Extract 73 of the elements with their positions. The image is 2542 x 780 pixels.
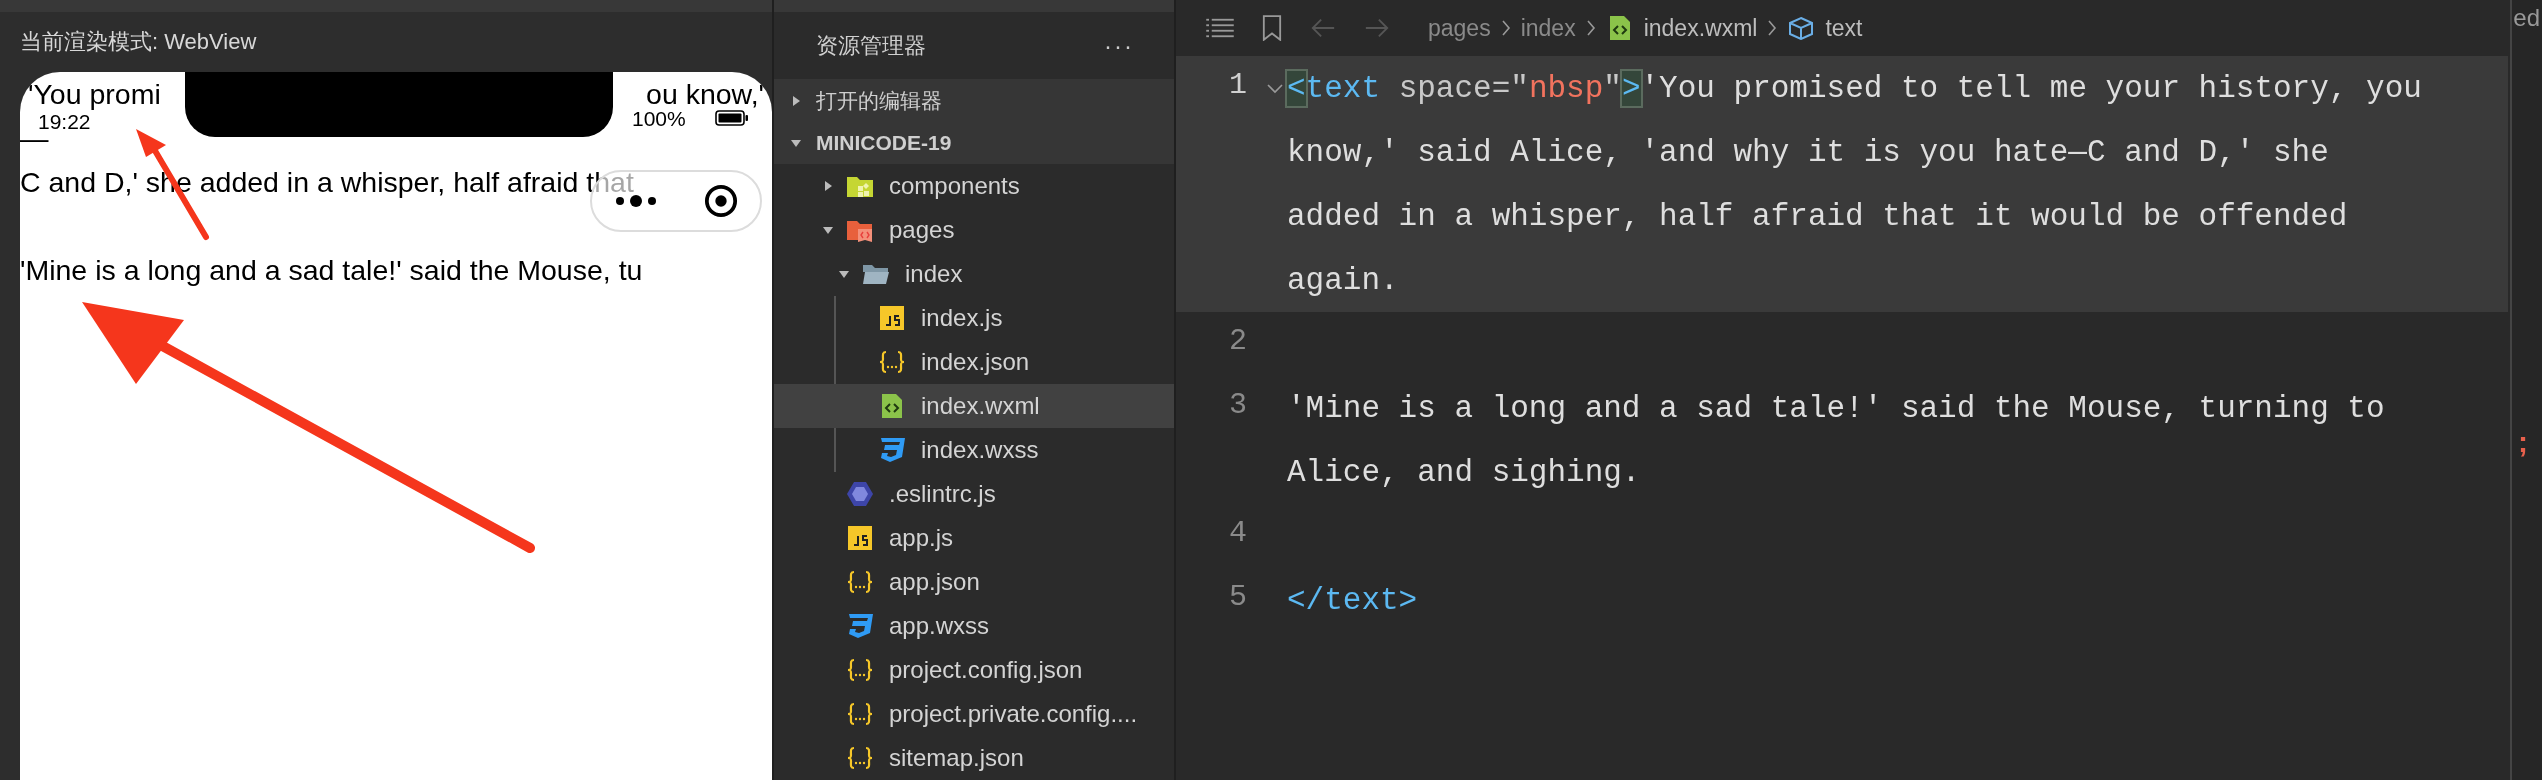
caret-icon (790, 94, 802, 107)
tree-item[interactable]: sitemap.json (774, 736, 1174, 780)
code-token: 'You promised to tell me your history, you (1640, 70, 2422, 106)
line-number: 4 (1229, 516, 1247, 550)
folder-icon (862, 262, 890, 286)
code-text: added in a whisper, half afraid that it would be offended (1287, 198, 2348, 234)
tree-item[interactable]: app.js (774, 516, 1174, 560)
hexagon-icon (846, 482, 874, 506)
cube-icon (1787, 16, 1816, 40)
section-header[interactable]: 打开的编辑器 (774, 79, 1174, 122)
tree-item[interactable]: index.json (774, 340, 1174, 384)
tree-item[interactable]: index (774, 252, 1174, 296)
code-token: < (1287, 70, 1306, 106)
code-token: space= (1397, 70, 1511, 106)
code-token: </text> (1287, 582, 1418, 618)
caret-icon (822, 180, 834, 192)
json-file-icon (846, 746, 874, 770)
folder-icon (846, 218, 874, 242)
code-token: 'Mine is a long and a sad tale!' said the Mouse, turning to (1287, 390, 2385, 426)
breadcrumb-item[interactable]: index.wxml (1643, 14, 1758, 42)
code-token: " (1510, 70, 1529, 106)
breadcrumb-item[interactable]: pages (1428, 14, 1491, 42)
tree-item[interactable]: index.wxss (774, 428, 1174, 472)
json-file-icon (846, 702, 874, 726)
breadcrumb-item[interactable]: text (1825, 14, 1863, 42)
chevron-icon (1767, 19, 1778, 37)
bookmark-icon[interactable] (1262, 15, 1282, 41)
status-time: 19:22 (38, 110, 91, 134)
caret-icon (838, 268, 850, 280)
code-text: again. (1287, 262, 1399, 298)
line-number: 1 (1229, 68, 1247, 102)
line-number: 5 (1229, 580, 1247, 614)
tree-item[interactable]: app.json (774, 560, 1174, 604)
tree-item[interactable]: .eslintrc.js (774, 472, 1174, 516)
breadcrumb-item[interactable]: index (1520, 14, 1576, 42)
css-file-icon (846, 614, 874, 638)
code-token: " (1603, 70, 1622, 106)
tree-item[interactable]: components (774, 164, 1174, 208)
json-file-icon (846, 570, 874, 594)
code-token: > (1621, 70, 1641, 106)
page-text: 'Mine is a long and a sad tale!' said the Mouse, tu (20, 253, 643, 287)
code-token: ; (2518, 425, 2528, 459)
tree-item[interactable]: index.js (774, 296, 1174, 340)
section-header[interactable]: MINICODE-19 (774, 121, 1174, 164)
folder-icon (846, 174, 874, 198)
list-icon[interactable] (1206, 17, 1234, 39)
panel-text: ed (2513, 4, 2540, 32)
tree-item[interactable]: project.config.json (774, 648, 1174, 692)
code-token: nbsp (1528, 70, 1604, 106)
fold-icon[interactable] (1267, 84, 1283, 94)
page-text: 'You promi (28, 77, 161, 111)
chevron-icon (1585, 19, 1596, 37)
tree-item[interactable]: project.private.config.... (774, 692, 1174, 736)
line-number: 3 (1229, 388, 1247, 422)
more-button[interactable]: ··· (1104, 31, 1134, 60)
css-file-icon (878, 438, 906, 462)
code-token: text (1305, 70, 1381, 106)
chevron-icon (1500, 19, 1511, 37)
explorer-title: 资源管理器 (816, 31, 926, 60)
line-number: 2 (1229, 324, 1247, 358)
close-icon[interactable] (704, 184, 738, 218)
js-file-icon (878, 306, 906, 330)
json-file-icon (878, 350, 906, 374)
tree-item[interactable]: app.wxss (774, 604, 1174, 648)
js-file-icon (846, 526, 874, 550)
tree-item[interactable]: index.wxml (774, 384, 1174, 428)
code-text: know,' said Alice, 'and why it is you hate—C and D,' she (1287, 134, 2329, 170)
caret-icon (822, 224, 834, 236)
render-mode-label: 当前渲染模式: WebView (20, 28, 257, 56)
json-file-icon (846, 658, 874, 682)
code-text: Alice, and sighing. (1287, 454, 1641, 490)
tree-item[interactable]: pages (774, 208, 1174, 252)
battery-icon (715, 110, 749, 126)
